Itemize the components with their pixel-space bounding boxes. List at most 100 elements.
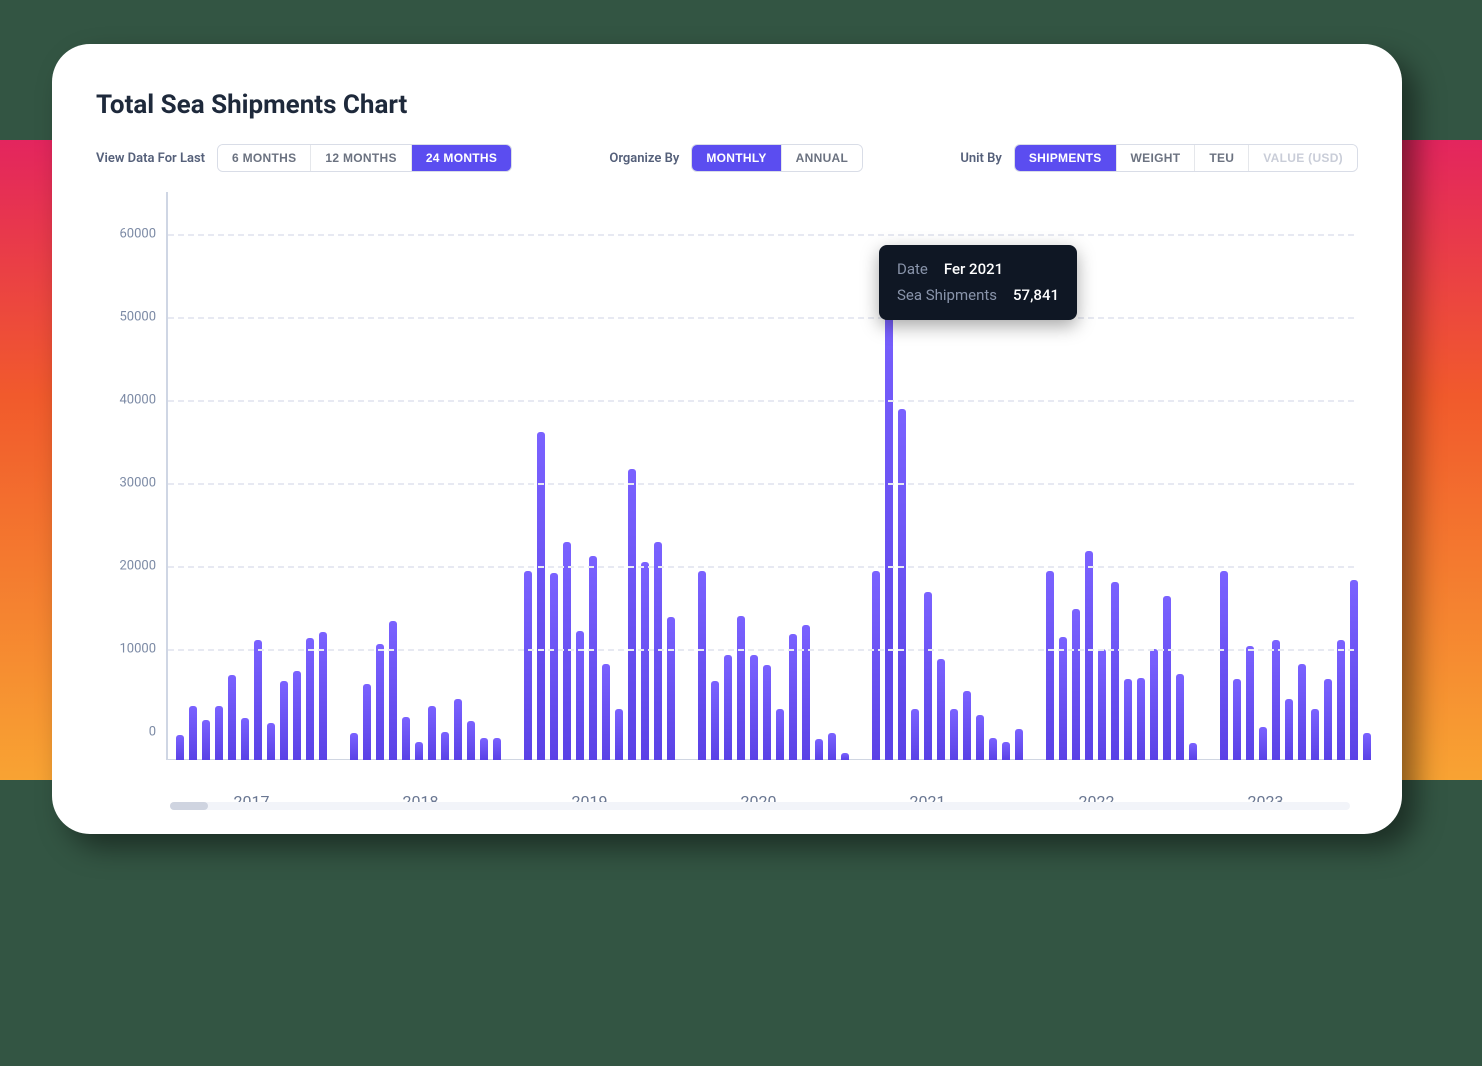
bar-2019-4[interactable] bbox=[563, 542, 571, 760]
view-range-option-12-months[interactable]: 12 MONTHS bbox=[310, 145, 410, 171]
bar-2017-4[interactable] bbox=[215, 706, 223, 760]
bar-2021-10[interactable] bbox=[989, 738, 997, 760]
chart-title: Total Sea Shipments Chart bbox=[96, 90, 1358, 120]
bar-2022-10[interactable] bbox=[1163, 596, 1171, 760]
bar-2017-5[interactable] bbox=[228, 675, 236, 760]
bar-2020-9[interactable] bbox=[802, 625, 810, 760]
bar-2021-11[interactable] bbox=[1002, 742, 1010, 760]
bar-2022-2[interactable] bbox=[1059, 637, 1067, 760]
view-range-option-6-months[interactable]: 6 MONTHS bbox=[218, 145, 310, 171]
bar-2020-8[interactable] bbox=[789, 634, 797, 760]
bar-2023-7[interactable] bbox=[1298, 664, 1306, 760]
bar-2021-4[interactable] bbox=[911, 709, 919, 761]
bar-2019-9[interactable] bbox=[628, 469, 636, 760]
bar-2022-12[interactable] bbox=[1189, 743, 1197, 760]
bar-2018-1[interactable] bbox=[350, 733, 358, 760]
bar-2019-12[interactable] bbox=[667, 617, 675, 760]
bar-2017-11[interactable] bbox=[306, 638, 314, 760]
bar-2017-1[interactable] bbox=[176, 735, 184, 760]
bar-2018-9[interactable] bbox=[454, 699, 462, 760]
bar-2023-11[interactable] bbox=[1350, 580, 1358, 760]
bar-2018-4[interactable] bbox=[389, 621, 397, 760]
bar-2017-9[interactable] bbox=[280, 681, 288, 760]
bar-2018-10[interactable] bbox=[467, 721, 475, 760]
unit-option-shipments[interactable]: SHIPMENTS bbox=[1015, 145, 1116, 171]
bar-2019-6[interactable] bbox=[589, 556, 597, 760]
bar-2022-7[interactable] bbox=[1124, 679, 1132, 760]
bar-2019-3[interactable] bbox=[550, 573, 558, 760]
y-tick-label: 40000 bbox=[96, 392, 156, 407]
bar-2022-6[interactable] bbox=[1111, 582, 1119, 760]
bar-2017-3[interactable] bbox=[202, 720, 210, 760]
bar-2021-9[interactable] bbox=[976, 715, 984, 760]
bar-2020-5[interactable] bbox=[750, 655, 758, 760]
bar-2018-12[interactable] bbox=[493, 738, 501, 760]
chart-area: 0100002000030000400005000060000 20172018… bbox=[96, 192, 1358, 806]
bar-2019-2[interactable] bbox=[537, 432, 545, 760]
bar-2020-4[interactable] bbox=[737, 616, 745, 760]
unit-option-teu[interactable]: TEU bbox=[1194, 145, 1248, 171]
bar-2019-8[interactable] bbox=[615, 709, 623, 761]
bar-2023-2[interactable] bbox=[1233, 679, 1241, 760]
bar-2018-2[interactable] bbox=[363, 684, 371, 760]
bar-2021-6[interactable] bbox=[937, 659, 945, 760]
bar-2022-9[interactable] bbox=[1150, 649, 1158, 760]
bar-2019-11[interactable] bbox=[654, 542, 662, 760]
unit-by-segmented: SHIPMENTSWEIGHTTEUVALUE (USD) bbox=[1014, 144, 1358, 172]
bar-2021-8[interactable] bbox=[963, 691, 971, 760]
bar-2017-6[interactable] bbox=[241, 718, 249, 760]
bar-2020-1[interactable] bbox=[698, 571, 706, 760]
bar-2018-8[interactable] bbox=[441, 732, 449, 760]
bar-2021-12[interactable] bbox=[1015, 729, 1023, 760]
bar-2023-5[interactable] bbox=[1272, 640, 1280, 760]
bar-2020-7[interactable] bbox=[776, 709, 784, 761]
bar-2020-2[interactable] bbox=[711, 681, 719, 760]
bar-2021-7[interactable] bbox=[950, 709, 958, 761]
bar-2023-8[interactable] bbox=[1311, 709, 1319, 761]
bar-2020-12[interactable] bbox=[841, 753, 849, 760]
bar-2018-11[interactable] bbox=[480, 738, 488, 760]
bar-2017-8[interactable] bbox=[267, 723, 275, 760]
bar-2019-10[interactable] bbox=[641, 562, 649, 760]
bar-2023-3[interactable] bbox=[1246, 646, 1254, 760]
chart-scrollbar-track[interactable] bbox=[170, 802, 1350, 810]
bar-2019-7[interactable] bbox=[602, 664, 610, 760]
bar-2022-3[interactable] bbox=[1072, 609, 1080, 760]
bar-2021-5[interactable] bbox=[924, 592, 932, 760]
unit-option-weight[interactable]: WEIGHT bbox=[1116, 145, 1195, 171]
bar-2021-3[interactable] bbox=[898, 409, 906, 760]
bar-2017-10[interactable] bbox=[293, 671, 301, 760]
bar-2018-3[interactable] bbox=[376, 644, 384, 760]
bar-2023-6[interactable] bbox=[1285, 699, 1293, 760]
view-range-option-24-months[interactable]: 24 MONTHS bbox=[411, 145, 511, 171]
organize-option-annual[interactable]: ANNUAL bbox=[781, 145, 862, 171]
bar-2021-1[interactable] bbox=[872, 571, 880, 760]
bar-2021-2[interactable] bbox=[885, 279, 893, 760]
bar-2022-11[interactable] bbox=[1176, 674, 1184, 760]
bar-2018-5[interactable] bbox=[402, 717, 410, 760]
bar-2020-11[interactable] bbox=[828, 733, 836, 760]
organize-option-monthly[interactable]: MONTHLY bbox=[692, 145, 780, 171]
bar-2020-10[interactable] bbox=[815, 739, 823, 760]
bar-2022-5[interactable] bbox=[1098, 649, 1106, 760]
bar-2017-7[interactable] bbox=[254, 640, 262, 760]
bar-2017-2[interactable] bbox=[189, 706, 197, 760]
chart-scrollbar-thumb[interactable] bbox=[170, 802, 208, 810]
bar-2023-1[interactable] bbox=[1220, 571, 1228, 760]
bar-2022-1[interactable] bbox=[1046, 571, 1054, 760]
bar-2018-6[interactable] bbox=[415, 742, 423, 760]
bar-2022-8[interactable] bbox=[1137, 678, 1145, 760]
unit-option-value-usd-[interactable]: VALUE (USD) bbox=[1248, 145, 1357, 171]
bar-2023-4[interactable] bbox=[1259, 727, 1267, 760]
bar-2020-6[interactable] bbox=[763, 665, 771, 760]
bar-2018-7[interactable] bbox=[428, 706, 436, 760]
bar-2017-12[interactable] bbox=[319, 632, 327, 760]
bar-2023-12[interactable] bbox=[1363, 733, 1371, 760]
bar-2023-10[interactable] bbox=[1337, 640, 1345, 760]
bar-2019-1[interactable] bbox=[524, 571, 532, 760]
bar-2022-4[interactable] bbox=[1085, 551, 1093, 760]
bar-2023-9[interactable] bbox=[1324, 679, 1332, 760]
organize-by-segmented: MONTHLYANNUAL bbox=[691, 144, 863, 172]
bar-2020-3[interactable] bbox=[724, 655, 732, 760]
plot-area[interactable] bbox=[168, 192, 1354, 760]
